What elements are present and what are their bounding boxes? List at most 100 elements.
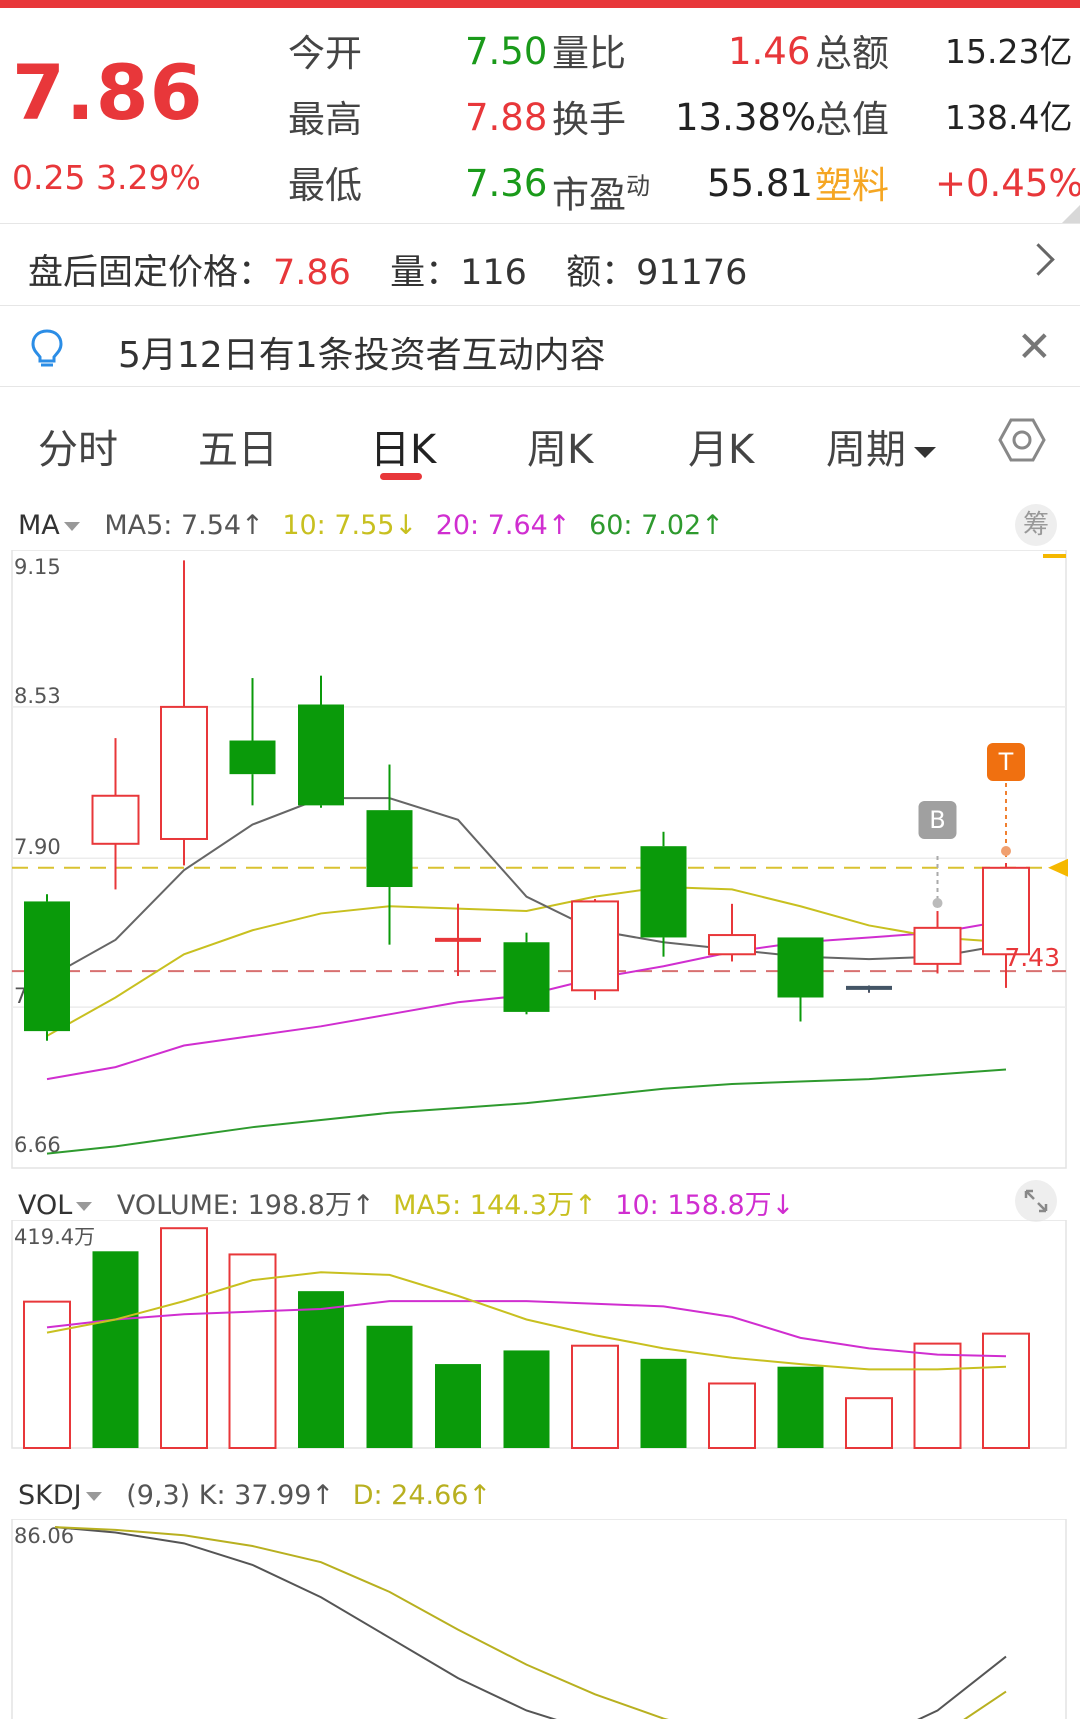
tab-intraday[interactable]: 分时 [38, 417, 118, 475]
change-amount: 0.25 [12, 158, 86, 197]
after-hours-row[interactable]: 盘后固定价格：7.86 量：116 额：91176 [0, 223, 1080, 306]
settings-hexagon-icon[interactable] [998, 417, 1046, 463]
change-percent: 3.29% [95, 158, 201, 197]
price-pointer-icon [1048, 858, 1068, 877]
t-marker-label: T [998, 748, 1014, 776]
volume-value: VOLUME: 198.8万↑ [116, 1190, 375, 1221]
buy-marker-label: B [929, 806, 945, 834]
price-change: 0.25 3.29% [12, 158, 201, 197]
chart-frame [11, 1519, 1067, 1719]
skdj-k-value: (9,3) K: 37.99↑ [126, 1480, 335, 1511]
ma-selector[interactable]: MA [18, 510, 60, 541]
vol-ma5-value: MA5: 144.3万↑ [393, 1190, 597, 1221]
volume-bar [571, 1344, 619, 1449]
skdj-selector[interactable]: SKDJ [18, 1480, 82, 1511]
vol-indicator-bar: VOL VOLUME: 198.8万↑ MA5: 144.3万↑ 10: 158… [18, 1183, 794, 1222]
ma60-line [46, 1068, 1007, 1155]
skdj-indicator-bar: SKDJ (9,3) K: 37.99↑ D: 24.66↑ [18, 1480, 491, 1511]
vol-ma10-value: 10: 158.8万↓ [615, 1190, 795, 1221]
candle-body [571, 900, 619, 992]
chart-frame [11, 550, 1067, 1169]
volume-bar [982, 1332, 1030, 1449]
candle-body [366, 810, 413, 888]
close-icon[interactable]: ✕ [1017, 322, 1052, 371]
volume-bar [777, 1366, 824, 1448]
notice-text: 5月12日有1条投资者互动内容 [118, 335, 606, 376]
volume-bar [366, 1325, 413, 1448]
chip-distribution-button[interactable]: 筹 [1015, 504, 1057, 546]
vol-selector[interactable]: VOL [18, 1190, 72, 1221]
low-value: 7.36 [465, 162, 548, 205]
volume-bar [913, 1342, 962, 1449]
high-label: 最高 [288, 98, 362, 141]
ma60-value: 60: 7.02↑ [589, 510, 724, 541]
candle-body [435, 937, 481, 942]
sector-change: +0.45% [935, 162, 1080, 205]
t-marker-dot [1001, 846, 1011, 857]
y-tick-label: 8.53 [14, 684, 61, 708]
volume-bar [298, 1291, 344, 1448]
candle-body [229, 740, 276, 775]
after-hours-volume: 116 [460, 253, 527, 293]
tab-five-day[interactable]: 五日 [198, 417, 278, 475]
candle-body [777, 937, 824, 998]
skdj-d-line [54, 1526, 1007, 1719]
tab-weekly-k[interactable]: 周K [527, 417, 593, 475]
volume-bar [845, 1397, 893, 1449]
candle-body [160, 705, 208, 840]
after-hours-amount: 91176 [636, 253, 748, 293]
after-hours-text: 盘后固定价格：7.86 量：116 额：91176 [28, 253, 748, 293]
turnover-value: 13.38% [675, 96, 817, 139]
chevron-down-icon [914, 446, 936, 458]
dropdown-triangle-icon[interactable] [85, 1492, 102, 1501]
amount-label: 总额 [815, 32, 889, 75]
period-tabs: 分时 五日 日K 周K 月K 周期 [0, 386, 1080, 495]
volume-bar [503, 1350, 550, 1448]
candle-body [982, 866, 1030, 956]
expand-icon[interactable] [1015, 1180, 1057, 1222]
open-label: 今开 [288, 32, 362, 75]
mcap-label: 总值 [815, 98, 889, 141]
candle-body [913, 926, 962, 965]
tab-period-dropdown[interactable]: 周期 [826, 417, 936, 475]
sector-link[interactable]: 塑料 [815, 164, 889, 208]
volume-bar [640, 1358, 687, 1448]
volume-bar [160, 1227, 208, 1449]
candle-body [91, 794, 140, 845]
dropdown-triangle-icon[interactable] [76, 1202, 93, 1211]
volume-bar [228, 1253, 277, 1449]
cost-price-label: 7.43 [1004, 943, 1060, 972]
mcap-value: 138.4亿 [945, 98, 1073, 137]
panel-corner-icon [1062, 205, 1080, 223]
pe-value: 55.81 [707, 162, 813, 205]
tab-daily-k[interactable]: 日K [370, 417, 436, 475]
volume-bar [708, 1382, 756, 1450]
y-tick-label: 7.90 [14, 835, 61, 859]
ma5-value: MA5: 7.54↑ [104, 510, 264, 541]
dropdown-triangle-icon[interactable] [63, 522, 80, 531]
last-price: 7.86 [12, 48, 204, 137]
top-accent-bar [0, 0, 1080, 8]
amount-value: 15.23亿 [945, 32, 1073, 71]
chevron-right-icon [1022, 243, 1055, 276]
after-hours-price: 7.86 [273, 253, 351, 293]
candle-body [298, 704, 344, 806]
low-label: 最低 [288, 164, 362, 207]
skdj-k-line [54, 1526, 1007, 1719]
turnover-label: 换手 [552, 98, 626, 141]
pe-superscript: 动 [626, 172, 650, 200]
open-value: 7.50 [465, 30, 548, 73]
tab-monthly-k[interactable]: 月K [688, 417, 754, 475]
candlestick-chart[interactable]: 9.158.537.907.286.66BT7.43 [0, 550, 1080, 1170]
skdj-chart[interactable]: 86.06 [0, 1519, 1080, 1719]
volume-chart[interactable]: 419.4万 [0, 1220, 1080, 1460]
quote-panel: 7.86 0.25 3.29% 今开 最高 最低 7.50 7.88 7.36 … [0, 8, 1080, 223]
y-tick-label: 419.4万 [14, 1225, 95, 1249]
lightbulb-icon [31, 329, 63, 367]
candle-body [708, 934, 756, 956]
active-tab-indicator [380, 473, 422, 480]
investor-notice-row[interactable]: 5月12日有1条投资者互动内容 ✕ [0, 305, 1080, 386]
volume-bar [92, 1251, 139, 1448]
pe-label: 市盈动 [552, 172, 650, 217]
skdj-d-value: D: 24.66↑ [352, 1480, 492, 1511]
